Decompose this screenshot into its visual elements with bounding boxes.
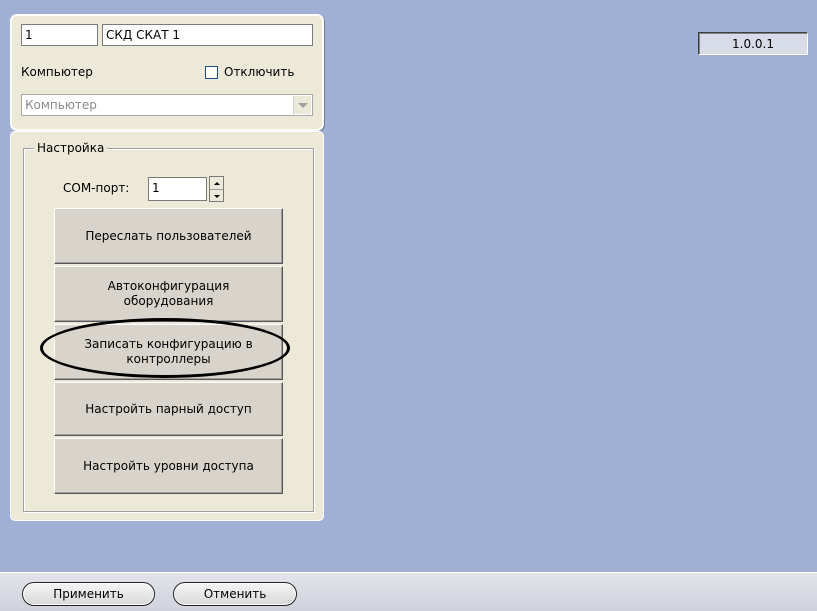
- cancel-button[interactable]: Отменить: [173, 582, 297, 606]
- object-name-field[interactable]: СКД СКАТ 1: [102, 24, 313, 46]
- object-id-field[interactable]: 1: [21, 24, 98, 46]
- settings-group-title: Настройка: [34, 139, 108, 157]
- version-box: 1.0.0.1: [698, 32, 808, 55]
- computer-select[interactable]: Компьютер: [21, 94, 313, 116]
- com-port-label: COM-порт:: [63, 181, 130, 195]
- apply-button[interactable]: Применить: [22, 582, 155, 606]
- chevron-down-icon[interactable]: [293, 96, 311, 114]
- computer-select-value: Компьютер: [25, 98, 97, 112]
- disable-label: Отключить: [224, 65, 295, 79]
- access-levels-button[interactable]: Настройть уровни доступа: [54, 438, 283, 494]
- computer-label: Компьютер: [21, 65, 93, 79]
- pair-access-button[interactable]: Настройть парный доступ: [54, 382, 283, 436]
- send-users-button[interactable]: Переслать пользователей: [54, 208, 283, 264]
- com-port-spinner[interactable]: [209, 176, 224, 202]
- spin-up-icon[interactable]: [210, 177, 223, 190]
- auto-config-button[interactable]: Автоконфигурация оборудования: [54, 266, 283, 322]
- write-config-button[interactable]: Записать конфигурацию в контроллеры: [54, 324, 283, 380]
- com-port-input[interactable]: 1: [148, 177, 207, 201]
- disable-checkbox[interactable]: [205, 66, 218, 79]
- spin-down-icon[interactable]: [210, 190, 223, 202]
